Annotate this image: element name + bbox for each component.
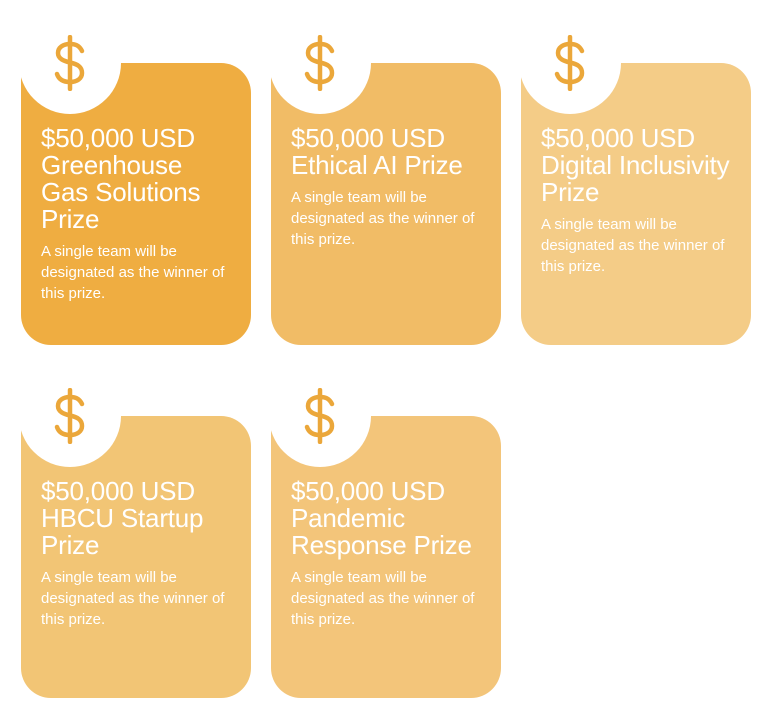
prize-description: A single team will be designated as the … (541, 216, 725, 275)
prize-description: A single team will be designated as the … (291, 569, 475, 628)
prize-title: $50,000 USD HBCU Startup Prize (41, 476, 204, 560)
dollar-badge (519, 12, 621, 114)
dollar-badge (269, 365, 371, 467)
prize-description: A single team will be designated as the … (291, 189, 475, 248)
dollar-badge (269, 12, 371, 114)
prize-title: $50,000 USD Greenhouse Gas Solutions Pri… (41, 123, 201, 234)
dollar-sign-icon (554, 35, 585, 91)
dollar-sign-icon (304, 388, 335, 444)
prize-title: $50,000 USD Pandemic Response Prize (291, 476, 472, 560)
dollar-sign-icon (304, 35, 335, 91)
dollar-sign-icon (54, 388, 85, 444)
prize-description: A single team will be designated as the … (41, 569, 225, 628)
prize-title: $50,000 USD Digital Inclusivity Prize (541, 123, 730, 207)
dollar-sign-icon (54, 35, 85, 91)
dollar-badge (19, 365, 121, 467)
prize-description: A single team will be designated as the … (41, 243, 225, 302)
dollar-badge (19, 12, 121, 114)
prize-title: $50,000 USD Ethical AI Prize (291, 123, 463, 180)
